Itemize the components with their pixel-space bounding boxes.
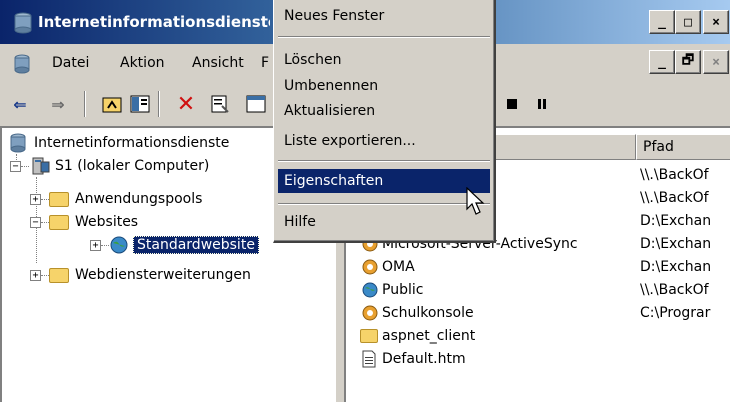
mdi-restore-button[interactable]: 🗗 bbox=[675, 50, 701, 74]
globe-icon bbox=[362, 282, 378, 298]
list-item[interactable]: Schulkonsole C:\Prograr bbox=[360, 302, 730, 324]
list-item-name: OMA bbox=[382, 259, 415, 275]
menu-item-properties[interactable]: Eigenschaften bbox=[278, 169, 490, 193]
tree-line bbox=[41, 198, 49, 200]
tree-item-root[interactable]: Internetinformationsdienste bbox=[8, 132, 229, 154]
gear-icon bbox=[362, 305, 378, 321]
forward-arrow-icon[interactable]: ⇒ bbox=[46, 92, 70, 116]
list-item-path: D:\Exchan bbox=[640, 213, 712, 229]
folder-icon bbox=[49, 191, 69, 207]
list-item-path: D:\Exchan bbox=[640, 236, 712, 252]
menu-ansicht[interactable]: Ansicht bbox=[192, 55, 244, 71]
gear-icon bbox=[362, 259, 378, 275]
tree-line bbox=[41, 274, 49, 276]
server-icon bbox=[32, 157, 50, 175]
mouse-cursor-icon bbox=[466, 187, 485, 215]
tree-label: Anwendungspools bbox=[75, 191, 203, 207]
up-folder-icon[interactable] bbox=[100, 92, 124, 116]
toolbar-separator bbox=[158, 91, 160, 117]
expand-icon[interactable]: + bbox=[30, 193, 41, 205]
console-icon[interactable] bbox=[244, 92, 268, 116]
tree-label-selected: Standardwebsite bbox=[133, 236, 259, 254]
menu-item-delete[interactable]: Löschen bbox=[278, 48, 490, 72]
list-item-name: Schulkonsole bbox=[382, 305, 474, 321]
mmc-doc-icon[interactable] bbox=[12, 54, 32, 74]
list-item[interactable]: OMA D:\Exchan bbox=[360, 256, 730, 278]
tree-line bbox=[21, 165, 29, 167]
toolbar-separator bbox=[84, 91, 86, 117]
menu-datei[interactable]: Datei bbox=[52, 55, 89, 71]
collapse-icon[interactable]: − bbox=[30, 216, 41, 228]
tree-label: S1 (lokaler Computer) bbox=[55, 158, 210, 174]
pause-icon[interactable] bbox=[530, 92, 554, 116]
tree-item-default-website[interactable]: + Standardwebsite bbox=[90, 234, 259, 256]
list-item[interactable]: Default.htm bbox=[360, 348, 730, 370]
menu-separator bbox=[278, 203, 490, 205]
menu-aktion[interactable]: Aktion bbox=[120, 55, 165, 71]
globe-icon bbox=[110, 236, 128, 254]
expand-icon[interactable]: + bbox=[30, 269, 41, 281]
column-header-path[interactable]: Pfad bbox=[636, 134, 730, 160]
tree-label: Internetinformationsdienste bbox=[34, 135, 230, 151]
folder-icon bbox=[49, 267, 69, 283]
menu-item-rename[interactable]: Umbenennen bbox=[278, 74, 490, 98]
list-item-name: Default.htm bbox=[382, 351, 466, 367]
tree-label: Websites bbox=[75, 214, 139, 230]
list-item-path: C:\Prograr bbox=[640, 305, 711, 321]
context-menu: Neues Fenster Löschen Umbenennen Aktuali… bbox=[273, 0, 496, 243]
iis-icon bbox=[10, 133, 26, 153]
menu-partial[interactable]: F bbox=[261, 55, 269, 71]
tree-item-websites[interactable]: − Websites bbox=[30, 211, 138, 233]
tree-line bbox=[41, 221, 49, 223]
tree-item-computer[interactable]: − S1 (lokaler Computer) bbox=[10, 155, 209, 177]
stop-icon[interactable] bbox=[500, 92, 524, 116]
expand-icon[interactable]: + bbox=[90, 239, 101, 251]
list-item-path: D:\Exchan bbox=[640, 259, 712, 275]
tree-item-web-extensions[interactable]: + Webdiensterweiterungen bbox=[30, 264, 251, 286]
menu-item-help[interactable]: Hilfe bbox=[278, 210, 490, 234]
tree-item-app-pools[interactable]: + Anwendungspools bbox=[30, 188, 202, 210]
list-item-name: aspnet_client bbox=[382, 328, 476, 344]
menu-item-refresh[interactable]: Aktualisieren bbox=[278, 99, 490, 123]
minimize-button[interactable]: _ bbox=[649, 10, 675, 34]
close-button[interactable]: × bbox=[703, 10, 729, 34]
tree-label: Webdiensterweiterungen bbox=[75, 267, 251, 283]
collapse-icon[interactable]: − bbox=[10, 160, 21, 172]
list-item-path: \\.\BackOf bbox=[640, 167, 709, 183]
show-hide-tree-icon[interactable] bbox=[128, 92, 152, 116]
mdi-minimize-button[interactable]: _ bbox=[649, 50, 675, 74]
document-icon bbox=[362, 350, 376, 368]
properties-icon[interactable] bbox=[208, 92, 232, 116]
folder-icon bbox=[360, 329, 378, 343]
tree-line bbox=[101, 244, 109, 246]
folder-icon bbox=[49, 214, 69, 230]
menu-item-new-window[interactable]: Neues Fenster bbox=[278, 4, 490, 28]
list-item-path: \\.\BackOf bbox=[640, 282, 709, 298]
list-item-name: Public bbox=[382, 282, 424, 298]
list-item[interactable]: Public \\.\BackOf bbox=[360, 279, 730, 301]
menu-separator bbox=[278, 160, 490, 162]
mdi-close-button[interactable]: × bbox=[703, 50, 729, 74]
delete-icon[interactable]: ✕ bbox=[174, 92, 198, 117]
list-item-path: \\.\BackOf bbox=[640, 190, 709, 206]
maximize-button[interactable]: □ bbox=[675, 10, 701, 34]
iis-icon bbox=[14, 12, 32, 34]
menu-separator bbox=[278, 36, 490, 38]
menu-item-export-list[interactable]: Liste exportieren... bbox=[278, 129, 490, 153]
back-arrow-icon[interactable]: ⇐ bbox=[8, 92, 32, 116]
list-item[interactable]: aspnet_client bbox=[360, 325, 730, 347]
window-title: Internetinformationsdienste bbox=[38, 13, 270, 31]
